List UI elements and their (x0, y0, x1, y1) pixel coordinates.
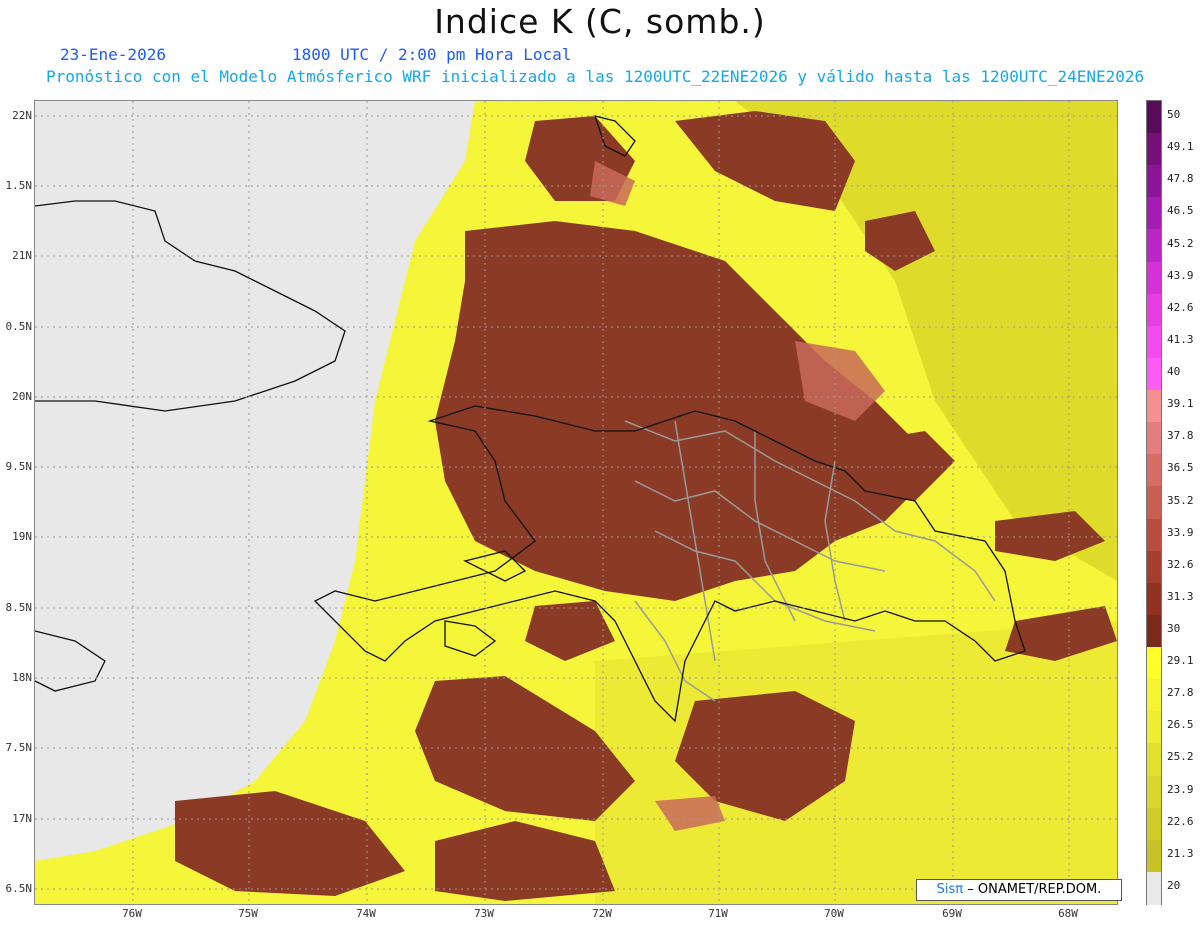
lon-label: 68W (1058, 907, 1078, 920)
color-scale-segment (1147, 614, 1161, 648)
color-scale-segment (1147, 486, 1161, 520)
lon-label: 70W (824, 907, 844, 920)
color-scale-segment (1147, 743, 1161, 777)
color-scale-label: 22.6 (1167, 814, 1194, 828)
color-scale-label: 33.9 (1167, 525, 1194, 539)
color-scale-label: 27.8 (1167, 686, 1194, 700)
color-scale-segment (1147, 422, 1161, 456)
color-scale-label: 36.5 (1167, 461, 1194, 475)
color-scale-label: 31.3 (1167, 589, 1194, 603)
model-description: Pronóstico con el Modelo Atmósferico WRF… (46, 67, 1145, 86)
color-scale-segment (1147, 807, 1161, 841)
color-scale-label: 21.3 (1167, 846, 1194, 860)
color-scale-segment (1147, 839, 1161, 873)
lat-label: 7.5N (5, 741, 33, 754)
color-scale-segment (1147, 711, 1161, 745)
color-scale-label: 29.1 (1167, 654, 1194, 668)
color-scale-segment (1147, 229, 1161, 263)
color-scale-label: 43.9 (1167, 268, 1194, 282)
lat-label: 22N (12, 109, 32, 122)
lat-label: 0.5N (5, 320, 33, 333)
color-scale-segment (1147, 582, 1161, 616)
color-scale-segment (1147, 518, 1161, 552)
color-scale-label: 50 (1167, 108, 1181, 122)
lat-label: 17N (12, 812, 32, 825)
color-scale-label: 37.8 (1167, 429, 1194, 443)
color-scale-segment (1147, 101, 1161, 134)
color-scale-label: 47.8 (1167, 172, 1194, 186)
color-scale-label: 35.2 (1167, 493, 1194, 507)
credit-text: – ONAMET/REP.DOM. (967, 882, 1102, 897)
color-scale-label: 30 (1167, 621, 1181, 635)
color-scale-segment (1147, 390, 1161, 424)
color-scale-label: 46.5 (1167, 204, 1194, 218)
color-scale-label: 41.3 (1167, 332, 1194, 346)
lat-label: 1.5N (5, 179, 33, 192)
color-scale-label: 26.5 (1167, 718, 1194, 732)
color-scale-segment (1147, 871, 1161, 905)
color-scale-segment (1147, 679, 1161, 713)
color-scale-label: 42.6 (1167, 300, 1194, 314)
color-scale-segment (1147, 647, 1161, 681)
sispi-logo: Sisπ (936, 882, 964, 897)
forecast-time: 1800 UTC / 2:00 pm Hora Local (292, 45, 572, 64)
color-scale-segment (1147, 293, 1161, 327)
lon-label: 69W (942, 907, 962, 920)
lon-label: 73W (474, 907, 494, 920)
credit-box: Sisπ – ONAMET/REP.DOM. (916, 879, 1122, 901)
color-scale-label: 39.1 (1167, 397, 1194, 411)
map-title: Indice K (C, somb.) (434, 2, 766, 41)
lon-label: 71W (708, 907, 728, 920)
lon-label: 76W (122, 907, 142, 920)
lat-label: 20N (12, 390, 32, 403)
color-scale-segment (1147, 775, 1161, 809)
color-scale-segment (1147, 325, 1161, 359)
color-scale-label: 32.6 (1167, 557, 1194, 571)
color-scale-segment (1147, 357, 1161, 391)
lon-label: 74W (356, 907, 376, 920)
lat-label: 18N (12, 671, 32, 684)
lat-label: 19N (12, 530, 32, 543)
color-scale-segment (1147, 454, 1161, 488)
color-scale-bar (1146, 100, 1162, 905)
color-scale-label: 23.9 (1167, 782, 1194, 796)
color-scale-label: 40 (1167, 365, 1181, 379)
lat-label: 8.5N (5, 601, 33, 614)
color-scale-segment (1147, 261, 1161, 295)
color-scale-label: 20 (1167, 878, 1181, 892)
color-scale-label: 45.2 (1167, 236, 1194, 250)
map-canvas (35, 101, 1117, 904)
lon-label: 72W (592, 907, 612, 920)
color-scale-label: 49.1 (1167, 140, 1194, 154)
color-scale-label: 25.2 (1167, 750, 1194, 764)
k-index-map[interactable] (34, 100, 1118, 905)
forecast-date: 23-Ene-2026 (60, 45, 166, 64)
lon-label: 75W (238, 907, 258, 920)
lat-label: 9.5N (5, 460, 33, 473)
color-scale-segment (1147, 197, 1161, 231)
color-scale-segment (1147, 550, 1161, 584)
lat-label: 6.5N (5, 882, 33, 895)
color-scale-segment (1147, 165, 1161, 199)
lat-label: 21N (12, 249, 32, 262)
color-scale-segment (1147, 133, 1161, 167)
